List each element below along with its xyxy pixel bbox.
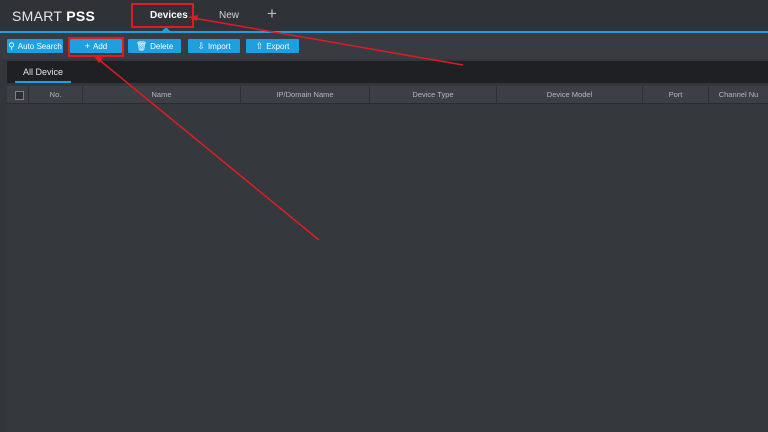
annotation-arrows [93, 15, 464, 241]
annotation-arrowhead-devices [188, 15, 198, 21]
annotation-arrow-add [96, 57, 320, 241]
annotation-arrow-devices [192, 17, 464, 66]
